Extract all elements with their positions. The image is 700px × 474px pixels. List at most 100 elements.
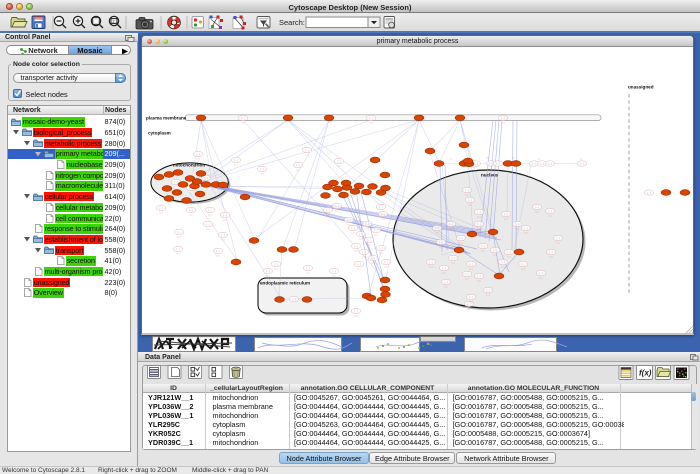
svg-text:[...]: [...] — [354, 245, 358, 248]
svg-text::::::::: ::::::: — [336, 165, 341, 167]
svg-text::::::::: ::::::: — [240, 122, 245, 124]
svg-text:[...]: [...] — [548, 162, 552, 165]
svg-text:[...]: [...] — [223, 214, 227, 217]
svg-text::::::::: ::::::: — [476, 280, 481, 282]
svg-text::::::::: ::::::: — [480, 250, 485, 252]
svg-text:[...]: [...] — [496, 162, 500, 165]
svg-text:[...]: [...] — [357, 263, 361, 266]
svg-text::::::::: ::::::: — [434, 232, 439, 234]
svg-text::::::::: ::::::: — [176, 236, 181, 238]
svg-text::::::::: ::::::: — [468, 268, 473, 270]
svg-text:endoplasmic reticulum: endoplasmic reticulum — [260, 280, 310, 285]
svg-text:[...]: [...] — [477, 211, 481, 214]
svg-text::::::::: ::::::: — [380, 218, 385, 220]
svg-text:[...]: [...] — [515, 223, 519, 226]
svg-text::::::::: ::::::: — [373, 234, 378, 236]
svg-text:[...]: [...] — [335, 205, 339, 208]
svg-text:unassigned: unassigned — [628, 84, 654, 89]
svg-text::::::::: ::::::: — [370, 262, 375, 264]
svg-text::::::::: ::::::: — [523, 232, 528, 234]
svg-text:[...]: [...] — [468, 199, 472, 202]
svg-text::::::::: ::::::: — [503, 218, 508, 220]
svg-text::::::::: ::::::: — [353, 315, 358, 317]
svg-text:[...]: [...] — [365, 223, 369, 226]
svg-text::::::::: ::::::: — [428, 266, 433, 268]
svg-text:[...]: [...] — [354, 310, 358, 313]
svg-text:[...]: [...] — [507, 251, 511, 254]
svg-text:[...]: [...] — [206, 223, 210, 226]
svg-text::::::::: ::::::: — [233, 164, 238, 166]
svg-text:[...]: [...] — [556, 237, 560, 240]
svg-text:[...]: [...] — [580, 162, 584, 165]
svg-text:[...]: [...] — [234, 159, 238, 162]
svg-text:[...]: [...] — [481, 245, 485, 248]
svg-text:[...]: [...] — [374, 229, 378, 232]
svg-text:[...]: [...] — [381, 213, 385, 216]
svg-text::::::::: ::::::: — [492, 254, 497, 256]
svg-text:[...]: [...] — [524, 227, 528, 230]
svg-text:[...]: [...] — [647, 191, 651, 194]
svg-text:[...]: [...] — [266, 270, 270, 273]
svg-text:[...]: [...] — [449, 223, 453, 226]
svg-text::::::::: ::::::: — [506, 256, 511, 258]
svg-text:[...]: [...] — [296, 164, 300, 167]
svg-text:[...]: [...] — [535, 206, 539, 209]
svg-text:[...]: [...] — [465, 189, 469, 192]
svg-text::::::::: ::::::: — [520, 268, 525, 270]
svg-text:[...]: [...] — [260, 168, 264, 171]
svg-text:[...]: [...] — [477, 223, 481, 226]
svg-text:[...]: [...] — [216, 250, 220, 253]
svg-text::::::::: ::::::: — [207, 214, 212, 216]
svg-text::::::::: ::::::: — [448, 228, 453, 230]
svg-text:[...]: [...] — [539, 272, 543, 275]
svg-text::::::::: ::::::: — [458, 242, 463, 244]
svg-text:[...]: [...] — [451, 257, 455, 260]
svg-text:[...]: [...] — [204, 177, 208, 180]
svg-text::::::::: ::::::: — [273, 268, 278, 270]
svg-text::::::: ::::: — [449, 157, 453, 160]
svg-text:[...]: [...] — [306, 267, 310, 270]
svg-text:f(x): f(x) — [639, 369, 652, 378]
svg-text::::::::: ::::::: — [195, 158, 200, 160]
svg-text:1:1: 1:1 — [112, 19, 118, 24]
svg-text:[...]: [...] — [241, 117, 245, 120]
svg-text::::::::: ::::::: — [364, 228, 369, 230]
svg-text::::::::: ::::::: — [548, 256, 553, 258]
svg-text:[...]: [...] — [493, 249, 497, 252]
svg-text:[...]: [...] — [326, 209, 330, 212]
svg-text::::::::: ::::::: — [331, 275, 336, 277]
svg-text:[...]: [...] — [549, 251, 553, 254]
svg-text::::::::: ::::::: — [220, 239, 225, 241]
svg-text:[...]: [...] — [429, 261, 433, 264]
svg-text:[...]: [...] — [347, 219, 351, 222]
svg-text:[...]: [...] — [504, 213, 508, 216]
svg-text:[...]: [...] — [371, 257, 375, 260]
svg-text:[...]: [...] — [332, 270, 336, 273]
svg-text::::::::: ::::::: — [305, 272, 310, 274]
svg-text:plasma membrane: plasma membrane — [146, 115, 187, 120]
svg-text:[...]: [...] — [435, 227, 439, 230]
svg-text::::::: ::::: — [486, 156, 490, 159]
svg-text::::::::: ::::::: — [547, 215, 552, 217]
svg-text:cytoplasm: cytoplasm — [148, 130, 171, 135]
svg-text::::::::: ::::::: — [378, 252, 383, 254]
svg-text::::::::: ::::::: — [366, 244, 371, 246]
svg-text:[...]: [...] — [196, 153, 200, 156]
svg-text:[...]: [...] — [159, 207, 163, 210]
svg-text::::::::: ::::::: — [450, 262, 455, 264]
svg-text:[...]: [...] — [208, 209, 212, 212]
svg-text:[...]: [...] — [548, 210, 552, 213]
svg-text::::::::: ::::::: — [353, 250, 358, 252]
svg-text:[...]: [...] — [221, 234, 225, 237]
svg-text::::::::: ::::::: — [368, 122, 373, 124]
svg-text::::::::: ::::::: — [555, 242, 560, 244]
svg-text:[...]: [...] — [362, 251, 366, 254]
svg-text:[...]: [...] — [176, 248, 180, 251]
svg-text::::::::: ::::::: — [438, 246, 443, 248]
svg-text::::::::: ::::::: — [383, 266, 388, 268]
svg-text:[...]: [...] — [351, 227, 355, 230]
svg-text::::::::: ::::::: — [476, 216, 481, 218]
svg-text::::::: ::::: — [537, 158, 541, 161]
svg-text:nucleus: nucleus — [481, 172, 499, 177]
svg-text:[...]: [...] — [369, 117, 373, 120]
